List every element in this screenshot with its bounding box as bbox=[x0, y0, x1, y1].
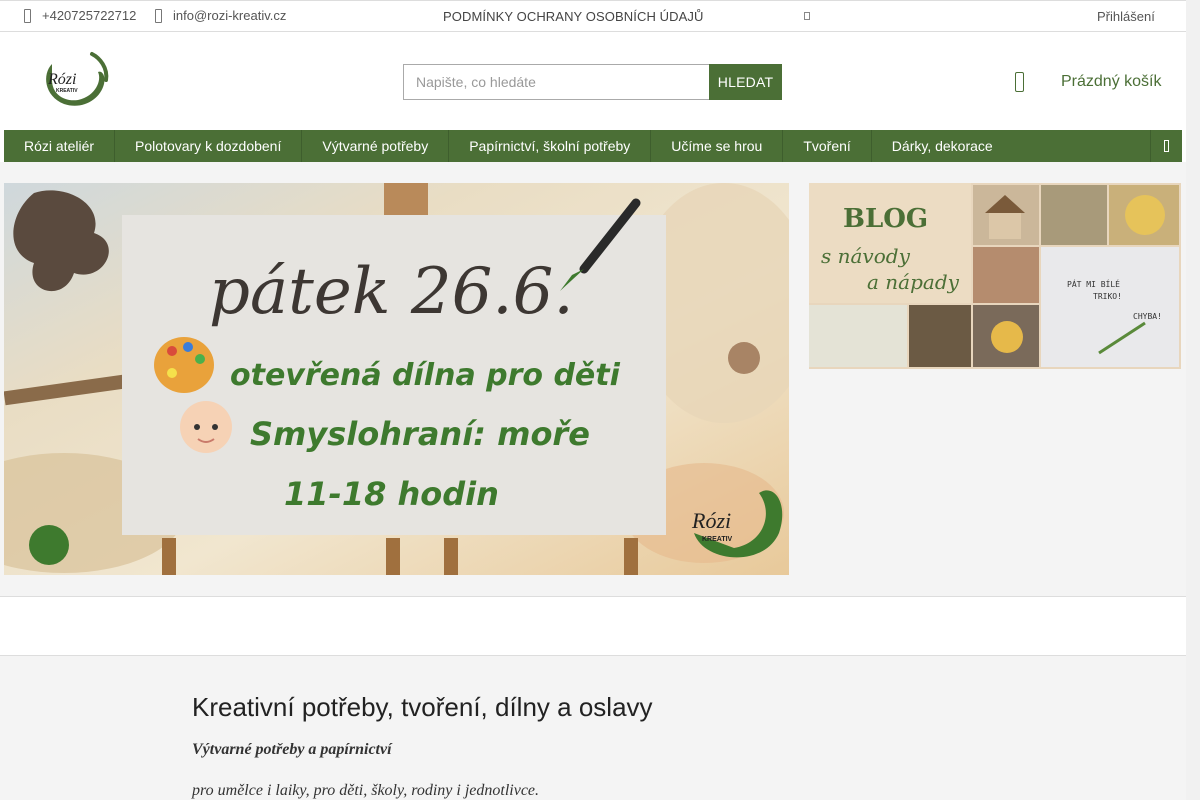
nav-more-button[interactable] bbox=[1150, 130, 1182, 162]
email-address[interactable]: info@rozi-kreativ.cz bbox=[173, 8, 286, 23]
logo[interactable]: Rózi KREATIV bbox=[38, 50, 110, 110]
phone-number[interactable]: +420725722712 bbox=[42, 8, 136, 23]
shirt-text-1: PÁT MI BÍLÉ bbox=[1067, 278, 1120, 289]
search-form: HLEDAT bbox=[403, 64, 782, 100]
banner-logo-subtext: KREATIV bbox=[702, 536, 733, 543]
banner-line-4: 11-18 hodin bbox=[284, 475, 499, 513]
banner-line-3: Smyslohraní: moře bbox=[250, 415, 590, 453]
logo-subtext: KREATIV bbox=[56, 88, 78, 94]
login-link[interactable]: Přihlášení bbox=[1097, 9, 1155, 24]
privacy-link[interactable]: PODMÍNKY OCHRANY OSOBNÍCH ÚDAJŮ bbox=[443, 9, 704, 24]
email-contact[interactable]: info@rozi-kreativ.cz bbox=[155, 8, 286, 23]
nav-item-darky-dekorace[interactable]: Dárky, dekorace bbox=[872, 130, 1013, 162]
page-subheading: Výtvarné potřeby a papírnictví bbox=[192, 741, 392, 758]
scrollbar[interactable] bbox=[1186, 0, 1200, 800]
search-button[interactable]: HLEDAT bbox=[709, 64, 782, 100]
banner-line-2: otevřená dílna pro děti bbox=[230, 358, 621, 393]
nav-item-papirnictvi[interactable]: Papírnictví, školní potřeby bbox=[449, 130, 652, 162]
shirt-text-3: CHYBA! bbox=[1133, 312, 1162, 321]
banner-logo-text: Rózi bbox=[691, 508, 731, 533]
blog-title: BLOG bbox=[843, 204, 928, 234]
nav-item-tvoreni[interactable]: Tvoření bbox=[783, 130, 872, 162]
shirt-text-2: TRIKO! bbox=[1093, 292, 1122, 301]
logo-text: Rózi bbox=[47, 71, 76, 88]
search-input[interactable] bbox=[403, 64, 709, 100]
nav-item-vytvarne-potreby[interactable]: Výtvarné potřeby bbox=[302, 130, 450, 162]
nav-item-ucime-se-hrou[interactable]: Učíme se hrou bbox=[651, 130, 784, 162]
email-icon bbox=[155, 8, 162, 23]
content-section: Kreativní potřeby, tvoření, dílny a osla… bbox=[0, 656, 1186, 800]
nav-item-rozi-atelier[interactable]: Rózi ateliér bbox=[4, 130, 116, 162]
blog-line-1: s návody bbox=[821, 244, 911, 268]
top-bar: +420725722712 info@rozi-kreativ.cz PODMÍ… bbox=[0, 0, 1186, 32]
cart-label[interactable]: Prázdný košík bbox=[1061, 73, 1161, 91]
baby-face-icon bbox=[180, 401, 232, 453]
banner-date: pátek 26.6. bbox=[209, 255, 574, 329]
header: Rózi KREATIV HLEDAT Prázdný košík bbox=[0, 32, 1186, 130]
page-description: pro umělce i laiky, pro děti, školy, rod… bbox=[192, 782, 540, 799]
dropdown-icon[interactable] bbox=[804, 12, 810, 20]
menu-icon bbox=[1164, 140, 1169, 152]
phone-contact[interactable]: +420725722712 bbox=[24, 8, 136, 23]
palette-icon bbox=[154, 337, 214, 393]
cart-icon[interactable] bbox=[1015, 72, 1024, 92]
nav-item-polotovary[interactable]: Polotovary k dozdobení bbox=[115, 130, 303, 162]
blog-line-2: a nápady bbox=[867, 270, 960, 294]
blog-banner[interactable]: BLOG s návody a nápady PÁT MI BÍLÉ TRIKO… bbox=[809, 183, 1181, 369]
main-navigation: Rózi ateliér Polotovary k dozdobení Výtv… bbox=[4, 130, 1182, 162]
page-heading: Kreativní potřeby, tvoření, dílny a osla… bbox=[192, 692, 653, 722]
divider-strip bbox=[0, 596, 1186, 656]
main-banner[interactable]: pátek 26.6. otevřená dílna pro děti Smys… bbox=[4, 183, 789, 575]
phone-icon bbox=[24, 8, 31, 23]
